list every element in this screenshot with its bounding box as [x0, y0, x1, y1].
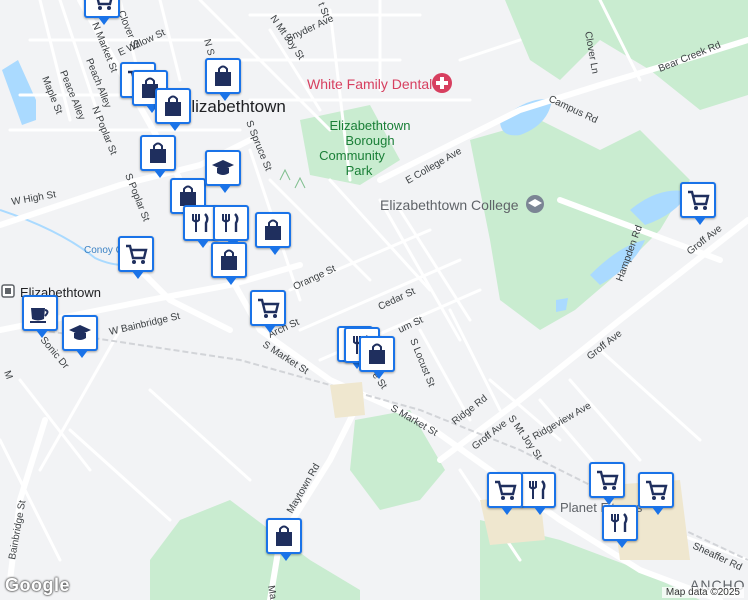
shopping-cart-icon [495, 480, 517, 500]
google-logo: Google [5, 575, 70, 595]
shopping-cart-icon [96, 0, 113, 10]
park-label-line3: Community [319, 148, 385, 163]
cafe-icon [30, 308, 49, 323]
education-icon [69, 325, 91, 340]
marker-grocery[interactable] [84, 0, 120, 25]
shopping-bag-icon [265, 219, 281, 240]
marker-shopping[interactable] [140, 135, 176, 178]
marker-grocery[interactable] [487, 472, 523, 515]
marker-shopping[interactable] [205, 58, 241, 101]
shopping-bag-icon [165, 95, 181, 116]
marker-shopping[interactable] [359, 336, 395, 379]
marker-school[interactable] [62, 315, 98, 358]
marker-shopping[interactable] [266, 518, 302, 561]
college-poi-icon[interactable] [526, 195, 544, 213]
shopping-bag-icon [215, 65, 231, 86]
restaurant-icon [222, 213, 239, 232]
education-icon [212, 160, 234, 175]
marker-grocery[interactable] [638, 472, 674, 515]
town-label: Elizabethtown [180, 97, 286, 116]
restaurant-icon [611, 513, 628, 532]
restaurant-icon [529, 480, 546, 499]
marker-shopping[interactable] [211, 242, 247, 285]
marker-restaurant[interactable] [602, 505, 638, 548]
dental-poi-icon[interactable] [432, 73, 452, 93]
marker-grocery[interactable] [680, 182, 716, 225]
marker-grocery[interactable] [118, 236, 154, 279]
marker-grocery[interactable] [589, 462, 625, 505]
marker-school[interactable] [205, 150, 241, 193]
shopping-bag-icon [221, 249, 237, 270]
map-attribution[interactable]: Map data ©2025 [661, 587, 744, 598]
park-label-line2: Borough [345, 133, 394, 148]
marker-shopping[interactable] [155, 88, 191, 131]
marker-restaurant[interactable] [213, 205, 249, 248]
shopping-bag-icon [276, 525, 292, 546]
marker-shopping[interactable] [255, 212, 291, 255]
college-label: Elizabethtown College [380, 197, 519, 213]
shopping-cart-icon [126, 244, 148, 264]
shopping-cart-icon [688, 190, 710, 210]
marker-restaurant[interactable] [520, 472, 556, 515]
town-pin-icon[interactable] [1, 284, 15, 298]
street-ma-fragment: Ma [265, 585, 278, 600]
shopping-cart-icon [646, 480, 668, 500]
marker-cafe[interactable] [22, 295, 58, 338]
restaurant-icon [192, 213, 209, 232]
shopping-cart-icon [597, 470, 619, 490]
park-label-line1: Elizabethtown [330, 118, 411, 133]
park-label-line4: Park [346, 163, 373, 178]
shopping-bag-icon [150, 142, 166, 163]
dental-label: White Family Dental [307, 76, 432, 92]
shopping-cart-icon [258, 298, 280, 318]
marker-grocery[interactable] [250, 290, 286, 333]
shopping-bag-icon [369, 343, 385, 364]
